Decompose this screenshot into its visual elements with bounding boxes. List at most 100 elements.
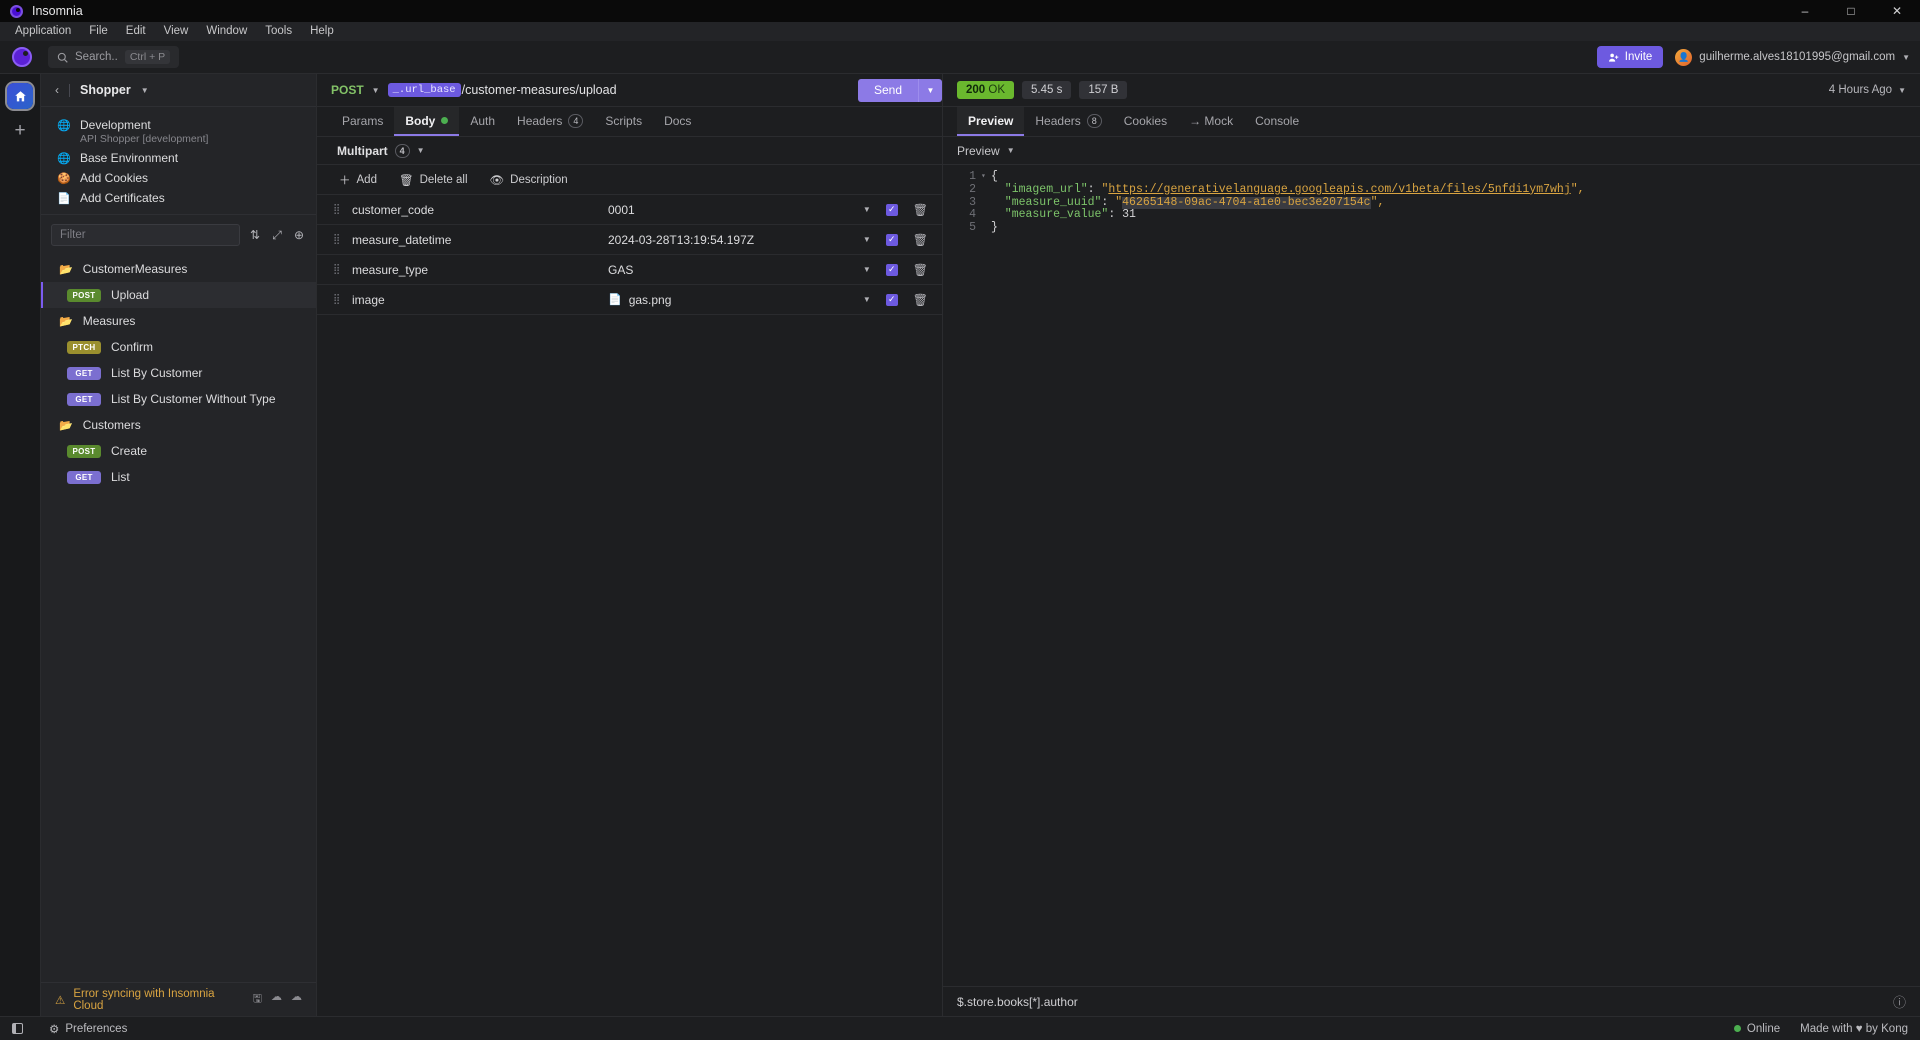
sidebar-item-add-cookies[interactable]: 🍪 Add Cookies bbox=[41, 168, 316, 188]
filter-input[interactable] bbox=[51, 224, 240, 246]
sort-icon[interactable]: ⇅ bbox=[248, 228, 262, 242]
tab-body[interactable]: Body bbox=[394, 107, 460, 136]
send-button[interactable]: Send bbox=[857, 78, 918, 102]
response-size-chip[interactable]: 157 B bbox=[1079, 81, 1128, 99]
delete-row-icon[interactable]: 🗑 bbox=[913, 203, 928, 217]
folder-customers[interactable]: 📂 Customers bbox=[41, 412, 316, 438]
cloud-upload-icon[interactable]: ☁ bbox=[291, 990, 302, 1009]
param-name[interactable]: measure_datetime bbox=[346, 233, 608, 247]
param-enabled-checkbox[interactable]: ✓ bbox=[885, 203, 898, 216]
home-button[interactable] bbox=[7, 83, 33, 109]
add-param-button[interactable]: ＋ Add bbox=[339, 172, 377, 188]
menu-edit[interactable]: Edit bbox=[117, 22, 155, 41]
delete-row-icon[interactable]: 🗑 bbox=[913, 233, 928, 247]
tab-headers[interactable]: Headers 4 bbox=[506, 107, 594, 136]
fold-icon[interactable]: ▾ bbox=[981, 171, 991, 184]
body-type-selector[interactable]: Multipart 4 ▼ bbox=[317, 137, 942, 165]
param-value[interactable]: 0001 bbox=[608, 203, 863, 217]
delete-row-icon[interactable]: 🗑 bbox=[913, 293, 928, 307]
back-chevron-icon[interactable]: ‹ bbox=[55, 83, 59, 97]
tab-docs[interactable]: Docs bbox=[653, 107, 702, 136]
status-badge[interactable]: 200 OK bbox=[957, 81, 1015, 99]
workspace-name[interactable]: Shopper bbox=[80, 83, 131, 97]
chevron-down-icon[interactable]: ▼ bbox=[863, 265, 871, 274]
menu-window[interactable]: Window bbox=[197, 22, 256, 41]
table-row[interactable]: ⣿ measure_type GAS ▼ ✓ 🗑 bbox=[317, 255, 942, 285]
drag-handle-icon[interactable]: ⣿ bbox=[333, 234, 346, 245]
request-create[interactable]: POST Create bbox=[41, 438, 316, 464]
tab-preview[interactable]: Preview bbox=[957, 107, 1025, 136]
response-body-viewer[interactable]: 1 ▾ { 2 "imagem_url" : " https://generat… bbox=[943, 165, 1920, 986]
sidebar-item-development[interactable]: 🌐 Development API Shopper [development] bbox=[41, 115, 316, 148]
chevron-down-icon[interactable]: ▼ bbox=[863, 205, 871, 214]
delete-all-button[interactable]: 🗑 Delete all bbox=[399, 173, 468, 187]
tab-mock[interactable]: → Mock bbox=[1178, 107, 1244, 136]
folder-customermeasures[interactable]: 📂 CustomerMeasures bbox=[41, 256, 316, 282]
send-options-icon[interactable]: ▼ bbox=[918, 78, 942, 102]
maximize-button[interactable]: □ bbox=[1828, 0, 1874, 22]
table-row[interactable]: ⣿ image 📄 gas.png ▼ ✓ 🗑 bbox=[317, 285, 942, 315]
sync-status-bar[interactable]: ⚠ Error syncing with Insomnia Cloud 🖫 ☁ … bbox=[41, 982, 316, 1016]
param-name[interactable]: customer_code bbox=[346, 203, 608, 217]
menu-tools[interactable]: Tools bbox=[256, 22, 301, 41]
folder-icon: 📂 bbox=[59, 263, 73, 276]
invite-button[interactable]: Invite bbox=[1596, 46, 1664, 68]
table-row[interactable]: ⣿ customer_code 0001 ▼ ✓ 🗑 bbox=[317, 195, 942, 225]
param-enabled-checkbox[interactable]: ✓ bbox=[885, 233, 898, 246]
delete-row-icon[interactable]: 🗑 bbox=[913, 263, 928, 277]
request-list-by-customer[interactable]: GET List By Customer bbox=[41, 360, 316, 386]
drag-handle-icon[interactable]: ⣿ bbox=[333, 294, 346, 305]
param-enabled-checkbox[interactable]: ✓ bbox=[885, 293, 898, 306]
tab-scripts[interactable]: Scripts bbox=[594, 107, 653, 136]
param-value[interactable]: 📄 gas.png bbox=[608, 293, 863, 307]
param-name[interactable]: image bbox=[346, 293, 608, 307]
toggle-sidebar-icon[interactable] bbox=[12, 1023, 23, 1034]
account-menu[interactable]: 👤 guilherme.alves18101995@gmail.com ▼ bbox=[1675, 48, 1910, 66]
folder-measures[interactable]: 📂 Measures bbox=[41, 308, 316, 334]
response-time-chip[interactable]: 5.45 s bbox=[1022, 81, 1072, 99]
request-method[interactable]: POST bbox=[331, 83, 364, 97]
menu-help[interactable]: Help bbox=[301, 22, 343, 41]
tab-auth[interactable]: Auth bbox=[459, 107, 506, 136]
add-workspace-button[interactable]: + bbox=[14, 121, 25, 140]
tab-params[interactable]: Params bbox=[331, 107, 394, 136]
param-value[interactable]: 2024-03-28T13:19:54.197Z bbox=[608, 233, 863, 247]
expand-icon[interactable]: ⤢ bbox=[270, 228, 284, 243]
filter-expression[interactable]: $.store.books[*].author bbox=[957, 995, 1078, 1009]
chevron-down-icon[interactable]: ▼ bbox=[141, 86, 149, 95]
menu-view[interactable]: View bbox=[155, 22, 198, 41]
request-confirm[interactable]: PTCH Confirm bbox=[41, 334, 316, 360]
sidebar-item-add-certificates[interactable]: 📄 Add Certificates bbox=[41, 188, 316, 208]
close-button[interactable]: ✕ bbox=[1874, 0, 1920, 22]
chevron-down-icon[interactable]: ▼ bbox=[863, 295, 871, 304]
menu-file[interactable]: File bbox=[80, 22, 117, 41]
preview-mode-selector[interactable]: Preview ▼ bbox=[943, 137, 1920, 165]
global-search[interactable]: Search.. Ctrl + P bbox=[48, 46, 180, 68]
preferences-button[interactable]: ⚙ Preferences bbox=[49, 1022, 127, 1036]
minimize-button[interactable]: – bbox=[1782, 0, 1828, 22]
tab-console[interactable]: Console bbox=[1244, 107, 1310, 136]
param-name[interactable]: measure_type bbox=[346, 263, 608, 277]
drag-handle-icon[interactable]: ⣿ bbox=[333, 264, 346, 275]
url-input[interactable]: _.url_base/customer-measures/upload bbox=[387, 83, 617, 97]
table-row[interactable]: ⣿ measure_datetime 2024-03-28T13:19:54.1… bbox=[317, 225, 942, 255]
param-value[interactable]: GAS bbox=[608, 263, 863, 277]
tab-cookies[interactable]: Cookies bbox=[1113, 107, 1178, 136]
help-icon[interactable]: ⓘ bbox=[1893, 992, 1906, 1011]
chevron-down-icon[interactable]: ▼ bbox=[372, 86, 380, 95]
request-list-by-customer-without-type[interactable]: GET List By Customer Without Type bbox=[41, 386, 316, 412]
param-enabled-checkbox[interactable]: ✓ bbox=[885, 263, 898, 276]
history-icon[interactable]: 🖫 bbox=[253, 990, 262, 1009]
sidebar-item-base-environment[interactable]: 🌐 Base Environment bbox=[41, 148, 316, 168]
request-list[interactable]: GET List bbox=[41, 464, 316, 490]
description-toggle-button[interactable]: 👁 Description bbox=[490, 173, 568, 187]
request-upload[interactable]: POST Upload bbox=[41, 282, 316, 308]
response-history-selector[interactable]: 4 Hours Ago ▼ bbox=[1829, 84, 1906, 96]
chevron-down-icon[interactable]: ▼ bbox=[863, 235, 871, 244]
menu-application[interactable]: Application bbox=[6, 22, 80, 41]
add-request-icon[interactable]: ⊕ bbox=[292, 228, 306, 242]
cloud-download-icon[interactable]: ☁ bbox=[271, 990, 282, 1009]
drag-handle-icon[interactable]: ⣿ bbox=[333, 204, 346, 215]
code-token-link[interactable]: https://generativelanguage.googleapis.co… bbox=[1108, 183, 1570, 197]
tab-response-headers[interactable]: Headers 8 bbox=[1024, 107, 1112, 136]
